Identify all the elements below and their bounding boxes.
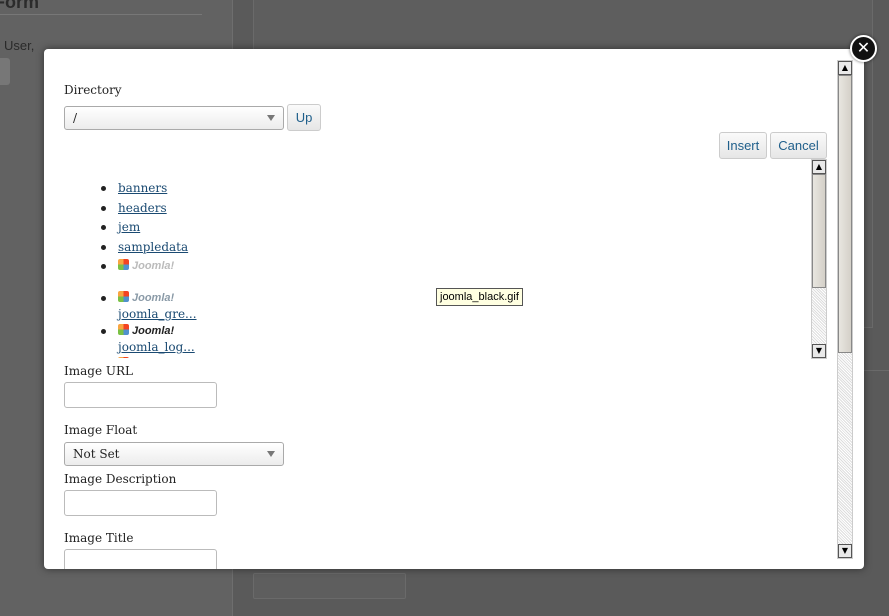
image-url-input[interactable] [64,382,217,408]
directory-label: Directory [64,83,122,97]
close-icon[interactable]: ✕ [850,35,877,62]
image-insert-modal: Directory / Up Insert Cancel banners hea… [44,49,864,569]
folder-item[interactable]: sampledata [98,238,197,258]
joomla-logo-icon [118,290,129,302]
background-input [253,573,406,599]
chevron-down-icon [267,451,275,457]
directory-select-value: / [73,111,78,125]
insert-button[interactable]: Insert [719,132,767,159]
image-name-link[interactable]: joomla_gre... [118,306,197,322]
chevron-down-icon [267,115,275,121]
joomla-logo-thumbnail[interactable]: Joomla! [118,258,174,273]
joomla-logo-icon [118,356,129,358]
arrow-up-icon[interactable]: ▲ [812,160,826,174]
joomla-logo-thumbnail[interactable]: Joomla! [118,290,174,305]
folder-link-banners[interactable]: banners [118,181,167,195]
image-float-label: Image Float [64,423,138,437]
image-item-black[interactable]: Joomla! [98,257,197,289]
joomla-logo-icon [118,323,129,335]
file-browser-scrollbar-thumb[interactable] [812,174,826,288]
file-list: banners headers jem sampledata Joomla! J… [98,179,197,358]
background-user-text: User, [4,38,35,53]
folder-item[interactable]: headers [98,199,197,219]
filename-tooltip: joomla_black.gif [436,288,523,306]
modal-scrollbar[interactable]: ▲ ▼ [837,60,853,559]
joomla-logo-thumbnail[interactable]: Joomla! [118,356,174,358]
arrow-up-icon[interactable]: ▲ [838,61,852,75]
directory-select[interactable]: / [64,106,284,130]
image-float-select-value: Not Set [73,447,120,461]
file-browser-scrollbar[interactable]: ▲ ▼ [811,159,827,359]
image-item[interactable]: Joomla! joomla_gre... [98,289,197,322]
background-title: Form [0,0,39,12]
image-title-input[interactable] [64,549,217,569]
image-item[interactable]: Joomla! [98,355,197,358]
folder-link-sampledata[interactable]: sampledata [118,240,188,254]
image-float-select[interactable]: Not Set [64,442,284,466]
folder-item[interactable]: jem [98,218,197,238]
image-title-label: Image Title [64,531,134,545]
background-divider [0,14,202,15]
up-button[interactable]: Up [287,104,321,131]
image-item[interactable]: Joomla! joomla_log... [98,322,197,355]
image-url-label: Image URL [64,364,133,378]
background-button [0,58,10,85]
joomla-logo-thumbnail[interactable]: Joomla! [118,323,174,338]
arrow-down-icon[interactable]: ▼ [812,344,826,358]
modal-scrollbar-thumb[interactable] [838,75,852,353]
file-browser: banners headers jem sampledata Joomla! J… [84,159,829,358]
folder-link-jem[interactable]: jem [118,220,140,234]
cancel-button[interactable]: Cancel [770,132,827,159]
folder-item[interactable]: banners [98,179,197,199]
image-name-link[interactable]: joomla_log... [118,339,197,355]
arrow-down-icon[interactable]: ▼ [838,544,852,558]
image-description-input[interactable] [64,490,217,516]
folder-link-headers[interactable]: headers [118,201,167,215]
image-description-label: Image Description [64,472,177,486]
joomla-logo-icon [118,258,129,270]
